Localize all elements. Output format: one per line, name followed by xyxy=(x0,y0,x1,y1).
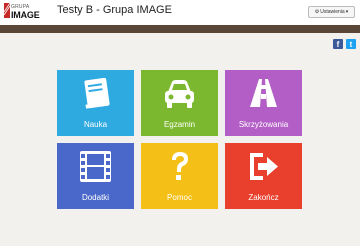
facebook-icon: f xyxy=(336,39,340,49)
facebook-button[interactable]: f xyxy=(333,39,343,49)
page-title: Testy B - Grupa IMAGE xyxy=(57,4,172,16)
tile-dodatki[interactable]: Dodatki xyxy=(57,143,134,209)
header: GRUPA IMAGE Testy B - Grupa IMAGE ⚙ Usta… xyxy=(0,0,360,25)
caret-down-icon: ▾ xyxy=(345,9,349,15)
settings-label: Ustawienia xyxy=(320,9,345,15)
tile-pomoc[interactable]: Pomoc xyxy=(141,143,218,209)
twitter-icon: t xyxy=(349,39,353,49)
tile-label: Nauka xyxy=(83,120,108,129)
tile-zakoncz[interactable]: Zakończ xyxy=(225,143,302,209)
logo-text-line2: IMAGE xyxy=(11,10,40,20)
settings-button[interactable]: ⚙ Ustawienia ▾ xyxy=(308,6,355,18)
tile-egzamin[interactable]: Egzamin xyxy=(141,70,218,136)
tile-label: Zakończ xyxy=(248,193,279,202)
gear-icon: ⚙ xyxy=(314,9,320,15)
tile-label: Pomoc xyxy=(167,193,192,202)
tile-label: Egzamin xyxy=(163,120,196,129)
header-divider-bar xyxy=(0,25,360,33)
twitter-button[interactable]: t xyxy=(346,39,356,49)
tile-skrzyzowania[interactable]: Skrzyżowania xyxy=(225,70,302,136)
tile-nauka[interactable]: Nauka xyxy=(57,70,134,136)
logo: GRUPA IMAGE xyxy=(4,3,42,22)
tile-label: Skrzyżowania xyxy=(238,120,289,129)
tile-label: Dodatki xyxy=(81,193,110,202)
logo-mark-icon xyxy=(4,3,11,18)
